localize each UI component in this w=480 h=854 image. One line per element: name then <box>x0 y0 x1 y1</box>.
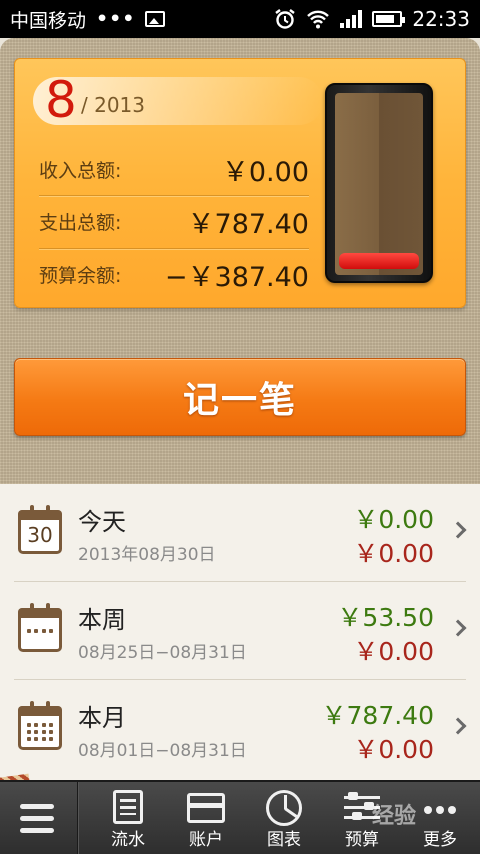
list-item-today[interactable]: 30 今天 2013年08月30日 ￥0.00 ￥0.00 <box>0 484 480 582</box>
list-item-this-week[interactable]: 本周 08月25日−08月31日 ￥53.50 ￥0.00 <box>0 582 480 680</box>
calendar-day-number: 30 <box>27 523 53 547</box>
chevron-right-icon <box>449 619 467 637</box>
period-expense: ￥0.00 <box>353 735 434 764</box>
battery-icon <box>372 11 406 27</box>
nav-accounts[interactable]: 账户 <box>166 782 246 854</box>
record-entry-button[interactable]: 记一笔 <box>14 358 466 436</box>
chevron-right-icon <box>449 717 467 735</box>
calendar-week-icon <box>18 603 62 652</box>
budget-balance-row: 预算余额: −￥387.40 <box>39 248 309 300</box>
period-expense: ￥0.00 <box>353 637 434 666</box>
status-bar: 中国移动 ••• 22:33 <box>0 0 480 38</box>
nav-accounts-label: 账户 <box>189 830 223 850</box>
notification-dots: ••• <box>96 8 136 30</box>
wifi-icon <box>307 10 330 29</box>
monthly-summary-card: 8 / 2013 收入总额: ￥0.00 支出总额: ￥787.40 预算余额:… <box>14 58 466 308</box>
budget-meter-icon[interactable] <box>325 83 433 283</box>
period-income: ￥787.40 <box>321 701 434 730</box>
expense-total-row: 支出总额: ￥787.40 <box>39 195 309 247</box>
nav-transactions[interactable]: 流水 <box>88 782 168 854</box>
account-card-icon <box>187 793 225 823</box>
period-range: 08月25日−08月31日 <box>78 643 247 663</box>
clock: 22:33 <box>412 7 470 31</box>
nav-charts[interactable]: 图表 <box>244 782 324 854</box>
calendar-month-icon <box>18 701 62 750</box>
period-range: 2013年08月30日 <box>78 545 216 565</box>
period-title: 今天 <box>78 508 126 536</box>
budget-meter-screen <box>335 93 423 275</box>
period-income: ￥0.00 <box>353 505 434 534</box>
period-title: 本月 <box>78 704 126 732</box>
transactions-icon <box>113 790 143 824</box>
calendar-day-icon: 30 <box>18 505 62 554</box>
menu-button[interactable] <box>0 782 78 854</box>
month-number: 8 <box>45 71 77 129</box>
period-summary-list: 30 今天 2013年08月30日 ￥0.00 ￥0.00 本周 08月25日−… <box>0 484 480 780</box>
chevron-right-icon <box>449 521 467 539</box>
income-total-value: ￥0.00 <box>221 156 309 188</box>
budget-balance-value: −￥387.40 <box>164 262 309 293</box>
nav-charts-label: 图表 <box>267 830 301 850</box>
income-total-label: 收入总额: <box>39 159 122 182</box>
more-icon <box>424 806 456 814</box>
signal-icon <box>340 10 363 28</box>
year-label: / 2013 <box>81 93 145 117</box>
period-range: 08月01日−08月31日 <box>78 741 247 761</box>
budget-meter-bar <box>339 253 419 269</box>
period-income: ￥53.50 <box>337 603 434 632</box>
income-total-row: 收入总额: ￥0.00 <box>39 143 309 195</box>
list-item-this-month[interactable]: 本月 08月01日−08月31日 ￥787.40 ￥0.00 <box>0 680 480 778</box>
period-expense: ￥0.00 <box>353 539 434 568</box>
pie-chart-icon <box>266 790 302 826</box>
carrier-label: 中国移动 <box>10 9 87 32</box>
nav-transactions-label: 流水 <box>111 830 145 850</box>
expense-total-value: ￥787.40 <box>187 209 309 240</box>
expense-total-label: 支出总额: <box>39 212 122 234</box>
budget-balance-label: 预算余额: <box>39 265 122 287</box>
watermark: 经验 <box>372 804 417 829</box>
image-notification-icon <box>145 11 166 27</box>
alarm-icon <box>275 9 296 29</box>
period-title: 本周 <box>78 606 126 634</box>
